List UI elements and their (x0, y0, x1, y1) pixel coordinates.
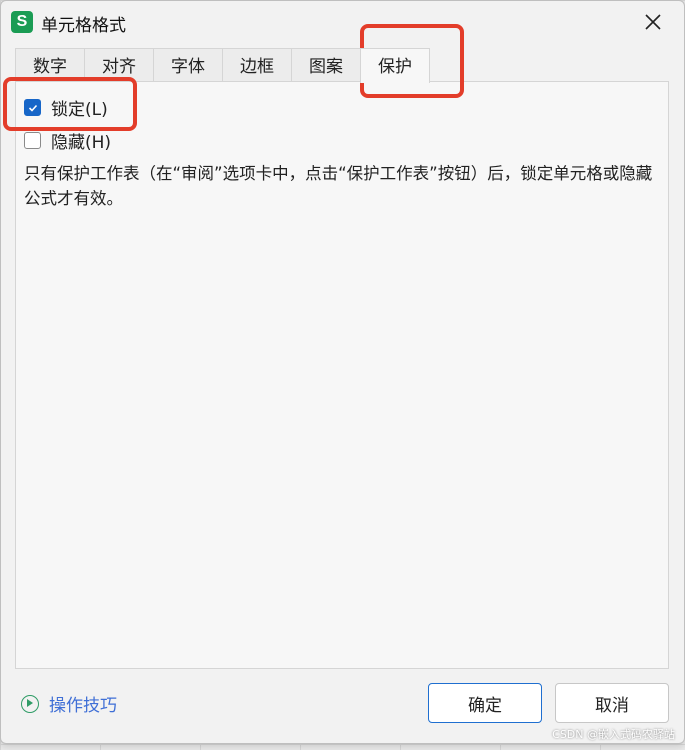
tips-label: 操作技巧 (49, 696, 117, 716)
tab-font[interactable]: 字体 (153, 48, 223, 82)
protection-description: 只有保护工作表（在“审阅”选项卡中，点击“保护工作表”按钮）后，锁定单元格或隐藏… (24, 164, 653, 208)
locked-checkbox[interactable] (24, 99, 41, 116)
tab-protection[interactable]: 保护 (360, 48, 430, 83)
tab-border[interactable]: 边框 (222, 48, 292, 82)
locked-label: 锁定(L) (51, 100, 108, 120)
hidden-checkbox-row[interactable]: 隐藏(H) (24, 128, 111, 153)
tab-alignment[interactable]: 对齐 (84, 48, 154, 82)
locked-checkbox-row[interactable]: 锁定(L) (24, 95, 108, 120)
hidden-label: 隐藏(H) (51, 133, 112, 153)
tab-bar: 数字 对齐 字体 边框 图案 保护 (15, 48, 430, 83)
close-icon (645, 14, 661, 30)
ok-button[interactable]: 确定 (428, 683, 542, 723)
title-bar: S 单元格格式 (1, 1, 684, 45)
play-circle-icon (21, 694, 39, 713)
hidden-checkbox[interactable] (24, 132, 41, 149)
dialog-title: 单元格格式 (41, 16, 126, 36)
checkmark-icon (28, 104, 38, 112)
cancel-button[interactable]: 取消 (555, 683, 669, 723)
format-cells-dialog: S 单元格格式 数字 对齐 字体 边框 图案 保护 锁定(L) 隐藏(H) 只有… (0, 0, 685, 744)
protection-panel: 锁定(L) 隐藏(H) 只有保护工作表（在“审阅”选项卡中，点击“保护工作表”按… (15, 81, 669, 669)
watermark: CSDN @嵌入式码农驿站 (552, 728, 675, 741)
tips-link[interactable]: 操作技巧 (21, 691, 117, 716)
tab-number[interactable]: 数字 (15, 48, 85, 82)
close-button[interactable] (638, 7, 668, 37)
spreadsheet-app-icon: S (11, 11, 33, 33)
tab-pattern[interactable]: 图案 (291, 48, 361, 82)
